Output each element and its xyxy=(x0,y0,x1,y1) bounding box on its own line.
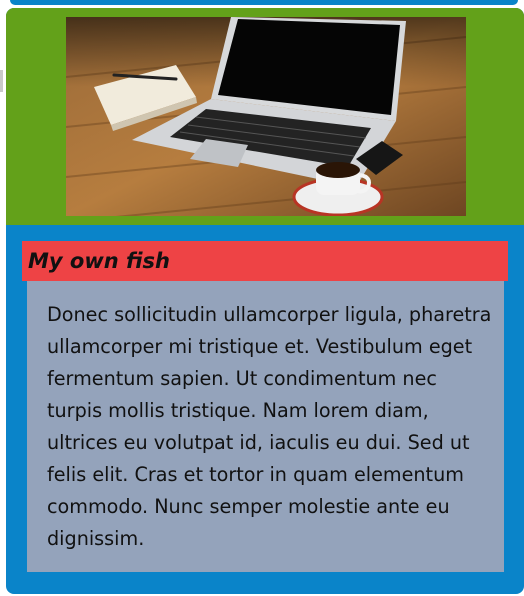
card-content: My own fish Donec sollicitudin ullamcorp… xyxy=(6,225,524,594)
card-title-bar: My own fish xyxy=(22,241,508,281)
card-photo xyxy=(66,17,466,216)
laptop-desk-photo xyxy=(66,17,466,216)
card-title: My own fish xyxy=(28,249,170,273)
card-image-area xyxy=(6,8,524,225)
previous-card-edge xyxy=(10,0,518,5)
scroll-edge-marker xyxy=(0,70,3,92)
card-body: Donec sollicitudin ullamcorper ligula, p… xyxy=(27,281,504,572)
fish-card: My own fish Donec sollicitudin ullamcorp… xyxy=(6,8,524,594)
card-body-text: Donec sollicitudin ullamcorper ligula, p… xyxy=(47,303,492,550)
